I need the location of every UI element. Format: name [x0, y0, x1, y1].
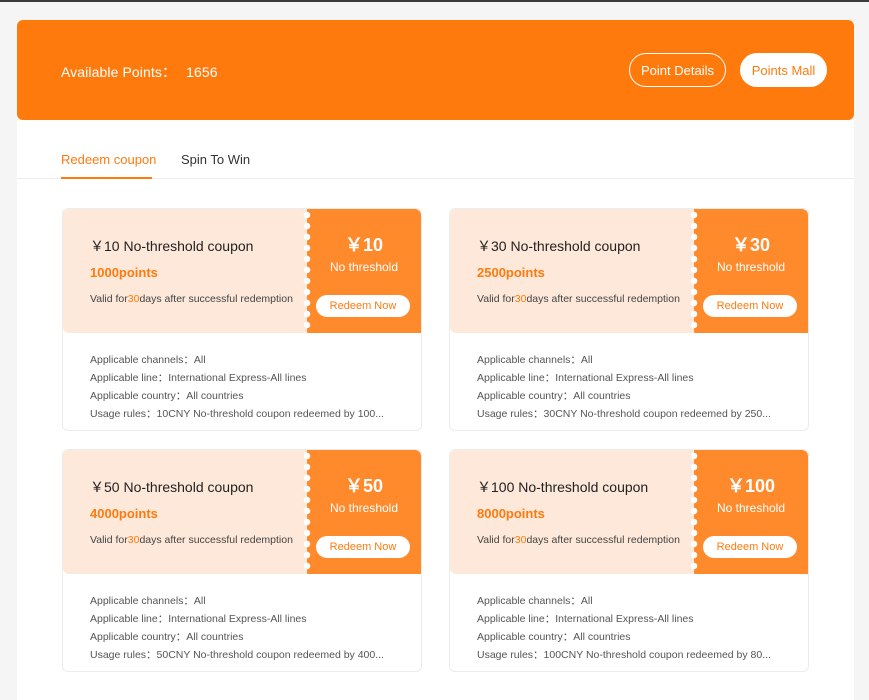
- coupon-amount: ￥100: [726, 476, 776, 496]
- usage-rules: Usage rules：10CNY No-threshold coupon re…: [90, 408, 384, 420]
- coupon-threshold: No threshold: [329, 501, 399, 515]
- coupon-ticket: ￥10 No-threshold coupon 1000points Valid…: [63, 209, 421, 333]
- coupon-points: 4000points: [90, 506, 158, 521]
- coupon-validity: Valid for30days after successful redempt…: [477, 534, 680, 546]
- applicable-line: Applicable line：International Express-Al…: [90, 372, 307, 384]
- applicable-line: Applicable line：International Express-Al…: [477, 372, 694, 384]
- coupon-details: Applicable channels：All Applicable line：…: [477, 592, 771, 664]
- applicable-channels: Applicable channels：All: [477, 354, 593, 366]
- applicable-channels: Applicable channels：All: [477, 595, 593, 607]
- applicable-line: Applicable line：International Express-Al…: [90, 613, 307, 625]
- applicable-country: Applicable country：All countries: [90, 631, 244, 643]
- coupon-panel: Redeem coupon Spin To Win ￥10 No-thresho…: [17, 120, 854, 700]
- tab-spin-to-win[interactable]: Spin To Win: [181, 152, 250, 167]
- coupon-card: ￥100 No-threshold coupon 8000points Vali…: [449, 449, 809, 672]
- coupon-validity: Valid for30days after successful redempt…: [90, 293, 293, 305]
- point-details-button[interactable]: Point Details: [629, 53, 726, 87]
- applicable-country: Applicable country：All countries: [477, 631, 631, 643]
- coupon-threshold: No threshold: [329, 260, 399, 274]
- coupon-ticket: ￥30 No-threshold coupon 2500points Valid…: [450, 209, 808, 333]
- coupon-points: 8000points: [477, 506, 545, 521]
- available-points: Available Points： 1656: [61, 62, 218, 82]
- coupon-details: Applicable channels：All Applicable line：…: [90, 351, 384, 423]
- tab-redeem-coupon[interactable]: Redeem coupon: [61, 152, 156, 167]
- coupon-card: ￥30 No-threshold coupon 2500points Valid…: [449, 208, 809, 431]
- coupon-title: ￥50 No-threshold coupon: [90, 479, 254, 495]
- coupon-details: Applicable channels：All Applicable line：…: [90, 592, 384, 664]
- coupon-card: ￥50 No-threshold coupon 4000points Valid…: [62, 449, 422, 672]
- coupon-title: ￥100 No-threshold coupon: [477, 479, 649, 495]
- usage-rules: Usage rules：50CNY No-threshold coupon re…: [90, 649, 384, 661]
- coupon-points: 1000points: [90, 265, 158, 280]
- coupon-amount: ￥50: [344, 476, 384, 496]
- coupon-amount: ￥10: [344, 235, 384, 255]
- coupon-title: ￥10 No-threshold coupon: [90, 238, 254, 254]
- redeem-now-button[interactable]: Redeem Now: [703, 295, 797, 317]
- usage-rules: Usage rules：100CNY No-threshold coupon r…: [477, 649, 771, 661]
- coupon-ticket: ￥100 No-threshold coupon 8000points Vali…: [450, 450, 808, 574]
- applicable-country: Applicable country：All countries: [477, 390, 631, 402]
- coupon-card: ￥10 No-threshold coupon 1000points Valid…: [62, 208, 422, 431]
- applicable-channels: Applicable channels：All: [90, 354, 206, 366]
- coupon-validity: Valid for30days after successful redempt…: [477, 293, 680, 305]
- top-rule: [0, 0, 869, 2]
- usage-rules: Usage rules：30CNY No-threshold coupon re…: [477, 408, 771, 420]
- available-points-label: Available Points：: [61, 64, 177, 80]
- points-banner: Available Points： 1656 Point Details Poin…: [17, 20, 854, 120]
- applicable-channels: Applicable channels：All: [90, 595, 206, 607]
- points-mall-button[interactable]: Points Mall: [740, 53, 827, 87]
- applicable-country: Applicable country：All countries: [90, 390, 244, 402]
- active-tab-indicator: [61, 177, 152, 179]
- coupon-points: 2500points: [477, 265, 545, 280]
- redeem-now-button[interactable]: Redeem Now: [316, 295, 410, 317]
- coupon-validity: Valid for30days after successful redempt…: [90, 534, 293, 546]
- coupon-title: ￥30 No-threshold coupon: [477, 238, 641, 254]
- coupon-ticket: ￥50 No-threshold coupon 4000points Valid…: [63, 450, 421, 574]
- applicable-line: Applicable line：International Express-Al…: [477, 613, 694, 625]
- coupon-details: Applicable channels：All Applicable line：…: [477, 351, 771, 423]
- coupon-threshold: No threshold: [716, 501, 786, 515]
- coupon-amount: ￥30: [731, 235, 771, 255]
- tab-bar: Redeem coupon Spin To Win: [17, 120, 854, 179]
- coupon-threshold: No threshold: [716, 260, 786, 274]
- redeem-now-button[interactable]: Redeem Now: [703, 536, 797, 558]
- available-points-value: 1656: [186, 64, 218, 80]
- redeem-now-button[interactable]: Redeem Now: [316, 536, 410, 558]
